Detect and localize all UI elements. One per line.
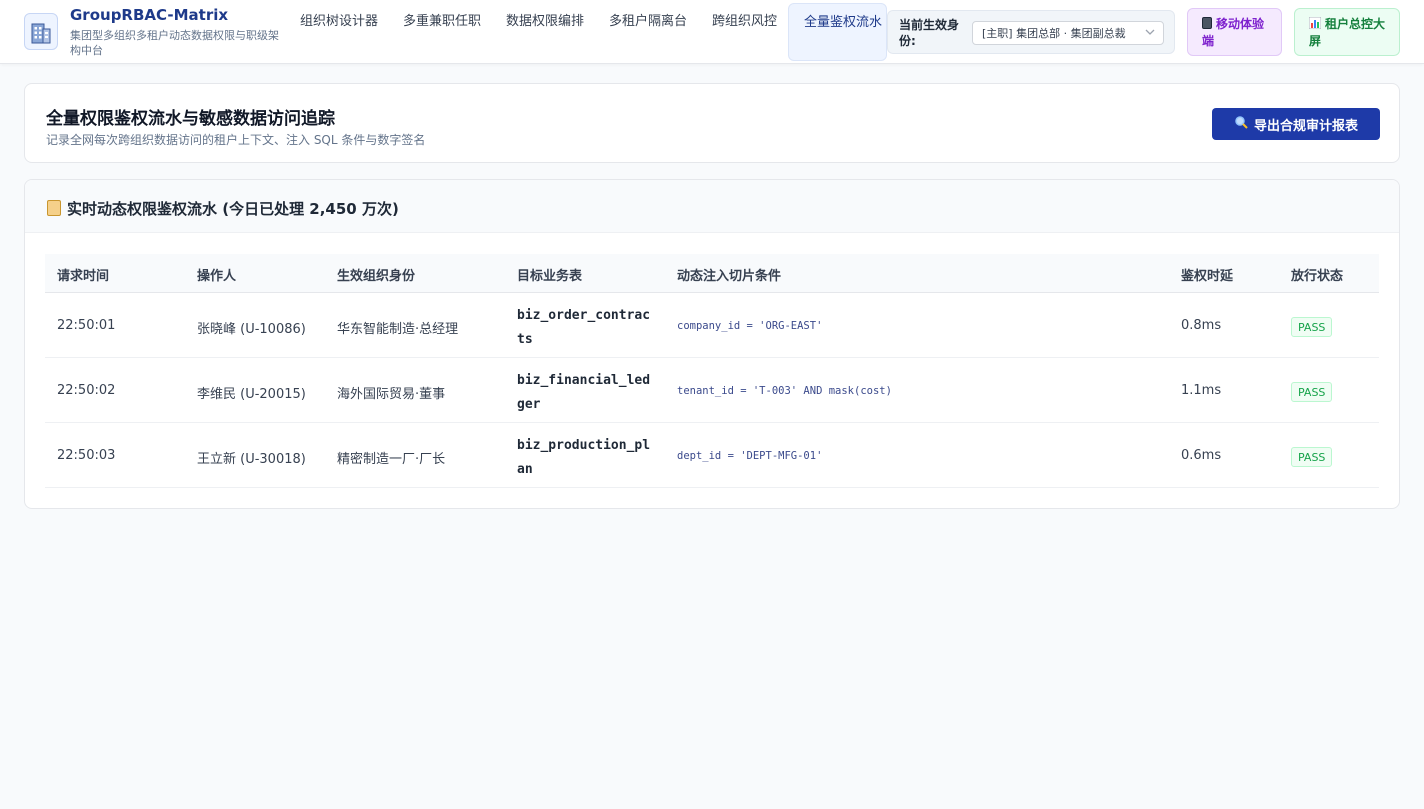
scroll-icon bbox=[47, 200, 61, 216]
cell-operator: 李维民 (U-20015) bbox=[197, 387, 306, 402]
cell-condition: tenant_id = 'T-003' AND mask(cost) bbox=[677, 385, 892, 397]
cell-time: 22:50:02 bbox=[57, 383, 116, 398]
identity-switcher: 当前生效身份: [主职] 集团总部 · 集团副总裁 bbox=[887, 10, 1175, 54]
column-header-table[interactable]: 目标业务表 bbox=[517, 265, 582, 284]
cell-condition: company_id = 'ORG-EAST' bbox=[677, 320, 823, 332]
identity-label: 当前生效身份: bbox=[899, 18, 960, 48]
auth-flow-header: 实时动态权限鉴权流水 (今日已处理 2,450 万次) bbox=[25, 180, 1399, 233]
auth-flow-table: 请求时间 操作人 生效组织身份 目标业务表 动态注入切片条件 鉴权时延 放行状态… bbox=[45, 254, 1379, 488]
status-badge: PASS bbox=[1291, 447, 1333, 467]
status-badge: PASS bbox=[1291, 317, 1333, 337]
page-title: 全量权限鉴权流水与敏感数据访问追踪 bbox=[46, 109, 335, 129]
cell-table: biz_order_contracts bbox=[517, 308, 651, 347]
column-header-latency[interactable]: 鉴权时延 bbox=[1181, 265, 1233, 284]
mobile-experience-button[interactable]: 移动体验端 bbox=[1187, 8, 1282, 56]
cell-org: 海外国际贸易·董事 bbox=[337, 387, 446, 402]
column-header-org[interactable]: 生效组织身份 bbox=[337, 265, 415, 284]
cell-org: 华东智能制造·总经理 bbox=[337, 322, 459, 337]
phone-icon bbox=[1202, 17, 1212, 29]
app-subtitle: 集团型多组织多租户动态数据权限与职级架构中台 bbox=[70, 29, 279, 57]
cell-condition: dept_id = 'DEPT-MFG-01' bbox=[677, 450, 823, 462]
nav-item-data-permission[interactable]: 数据权限编排 bbox=[506, 12, 586, 32]
cell-time: 22:50:03 bbox=[57, 448, 116, 463]
cell-operator: 王立新 (U-30018) bbox=[197, 452, 306, 467]
magnifier-icon bbox=[1234, 115, 1248, 133]
page-subtitle: 记录全网每次跨组织数据访问的租户上下文、注入 SQL 条件与数字签名 bbox=[46, 133, 426, 147]
cell-table: biz_production_plan bbox=[517, 438, 651, 477]
column-header-time[interactable]: 请求时间 bbox=[57, 265, 109, 284]
auth-flow-title: 实时动态权限鉴权流水 (今日已处理 2,450 万次) bbox=[47, 198, 399, 219]
top-header: GroupRBAC-Matrix 集团型多组织多租户动态数据权限与职级架构中台 … bbox=[0, 0, 1424, 64]
auth-flow-title-text: 实时动态权限鉴权流水 (今日已处理 2,450 万次) bbox=[67, 200, 399, 218]
page-header-card: 全量权限鉴权流水与敏感数据访问追踪 记录全网每次跨组织数据访问的租户上下文、注入… bbox=[24, 83, 1400, 163]
export-audit-report-button[interactable]: 导出合规审计报表 bbox=[1212, 108, 1380, 140]
bar-chart-icon bbox=[1308, 16, 1322, 30]
column-header-status[interactable]: 放行状态 bbox=[1291, 265, 1343, 284]
nav-item-multi-post[interactable]: 多重兼职任职 bbox=[403, 12, 483, 32]
cell-time: 22:50:01 bbox=[57, 318, 116, 333]
table-header: 请求时间 操作人 生效组织身份 目标业务表 动态注入切片条件 鉴权时延 放行状态 bbox=[45, 254, 1379, 293]
building-icon[interactable] bbox=[24, 13, 58, 50]
export-button-label: 导出合规审计报表 bbox=[1253, 118, 1358, 134]
nav-item-org-tree[interactable]: 组织树设计器 bbox=[300, 12, 380, 32]
cell-operator: 张晓峰 (U-10086) bbox=[197, 322, 306, 337]
nav-item-tenant-isolation[interactable]: 多租户隔离台 bbox=[609, 12, 689, 32]
identity-value: [主职] 集团总部 · 集团副总裁 bbox=[982, 27, 1126, 40]
column-header-condition[interactable]: 动态注入切片条件 bbox=[677, 265, 781, 284]
status-badge: PASS bbox=[1291, 382, 1333, 402]
cell-org: 精密制造一厂·厂长 bbox=[337, 452, 446, 467]
cell-latency: 0.8ms bbox=[1181, 318, 1222, 333]
table-row[interactable]: 22:50:02 李维民 (U-20015) 海外国际贸易·董事 biz_fin… bbox=[45, 358, 1379, 423]
nav-item-risk-control[interactable]: 跨组织风控 bbox=[712, 12, 778, 32]
cell-table: biz_financial_ledger bbox=[517, 373, 651, 412]
app-title: GroupRBAC-Matrix bbox=[70, 6, 229, 24]
table-row[interactable]: 22:50:03 王立新 (U-30018) 精密制造一厂·厂长 biz_pro… bbox=[45, 423, 1379, 488]
identity-select[interactable]: [主职] 集团总部 · 集团副总裁 bbox=[972, 21, 1164, 45]
table-row[interactable]: 22:50:01 张晓峰 (U-10086) 华东智能制造·总经理 biz_or… bbox=[45, 293, 1379, 358]
cell-latency: 1.1ms bbox=[1181, 383, 1222, 398]
cell-latency: 0.6ms bbox=[1181, 448, 1222, 463]
tenant-dashboard-button[interactable]: 租户总控大屏 bbox=[1294, 8, 1400, 56]
chevron-down-icon bbox=[1145, 25, 1155, 42]
nav-item-auth-flow[interactable]: 全量鉴权流水 bbox=[788, 3, 887, 61]
column-header-operator[interactable]: 操作人 bbox=[197, 265, 236, 284]
auth-flow-card: 实时动态权限鉴权流水 (今日已处理 2,450 万次) 请求时间 操作人 生效组… bbox=[24, 179, 1400, 509]
